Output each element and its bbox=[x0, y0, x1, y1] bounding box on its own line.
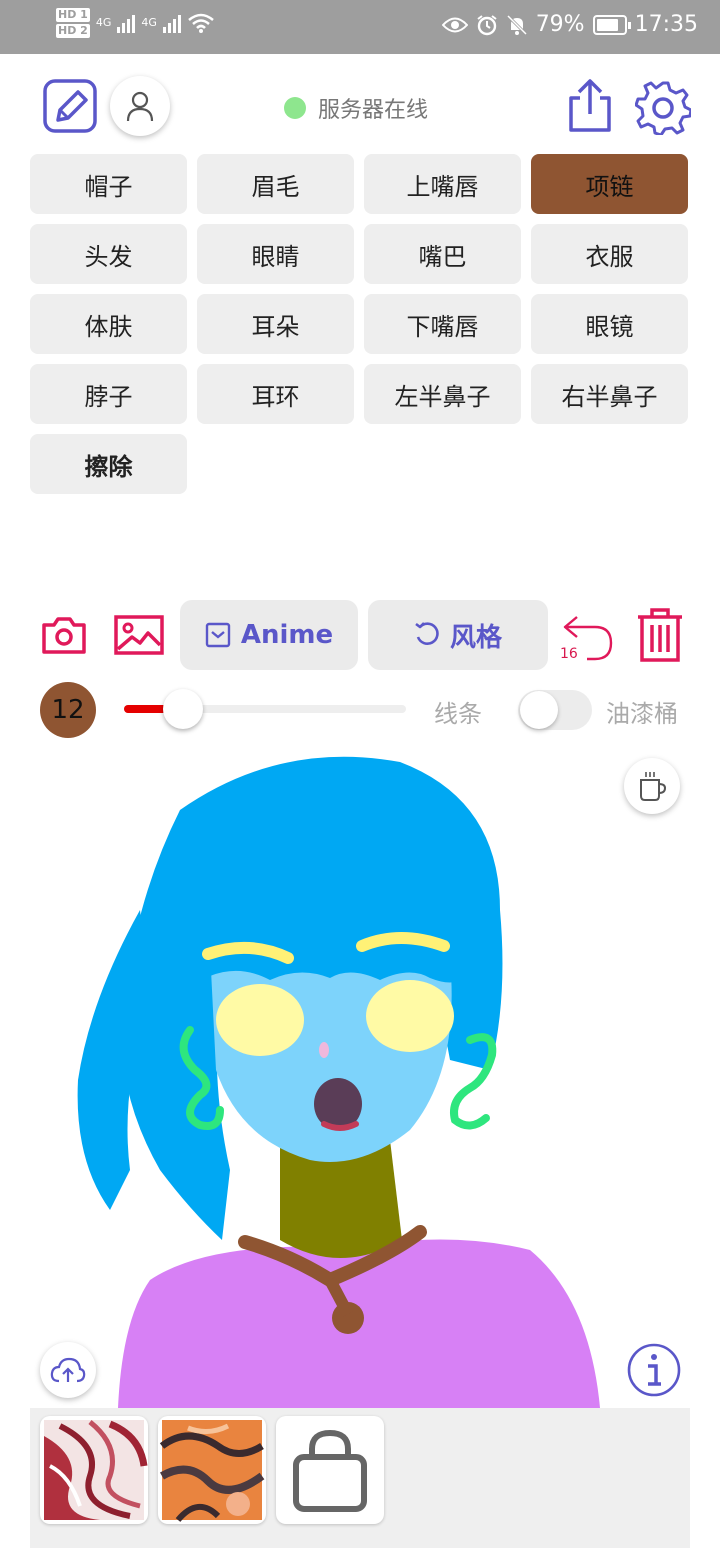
segment-label-grid: 帽子 眉毛 上嘴唇 项链 头发 眼睛 嘴巴 衣服 体肤 耳朵 下嘴唇 眼镜 脖子… bbox=[30, 154, 690, 494]
server-status-dot bbox=[284, 97, 306, 119]
brush-size-slider-thumb[interactable] bbox=[163, 689, 203, 729]
coffee-cup-icon bbox=[640, 772, 667, 801]
info-icon bbox=[627, 1343, 681, 1397]
tool-row: Anime 风格 16 bbox=[0, 600, 720, 670]
user-icon bbox=[126, 91, 154, 122]
camera-button[interactable] bbox=[40, 612, 88, 658]
share-button[interactable] bbox=[562, 76, 618, 136]
gear-icon bbox=[635, 81, 691, 135]
right-eye bbox=[366, 980, 454, 1052]
anime-label: Anime bbox=[240, 620, 334, 650]
server-status-label: 服务器在线 bbox=[318, 98, 429, 123]
edit-button[interactable] bbox=[42, 78, 98, 134]
style-thumbnail-2[interactable] bbox=[158, 1416, 266, 1524]
paint-bucket-toggle[interactable] bbox=[518, 690, 592, 730]
gallery-button[interactable] bbox=[112, 610, 166, 660]
style-preview-image bbox=[159, 1420, 265, 1523]
label-ears[interactable]: 耳朵 bbox=[197, 294, 354, 354]
undo-button[interactable]: 16 bbox=[558, 608, 618, 664]
user-button[interactable] bbox=[110, 76, 170, 136]
style-tray bbox=[30, 1408, 690, 1548]
image-icon bbox=[114, 615, 164, 655]
style-label: 风格 bbox=[449, 622, 502, 653]
info-button[interactable] bbox=[626, 1342, 682, 1398]
nose bbox=[319, 1042, 329, 1058]
status-right: 79% 17:35 bbox=[441, 12, 698, 37]
donate-button[interactable] bbox=[624, 758, 680, 814]
hd2-badge: HD 2 bbox=[56, 24, 90, 38]
line-mode-label: 线条 bbox=[434, 700, 482, 728]
edit-icon bbox=[43, 79, 97, 133]
clear-button[interactable] bbox=[632, 606, 688, 664]
trash-icon bbox=[638, 608, 682, 662]
hd1-badge: HD 1 bbox=[56, 8, 90, 22]
label-necklace[interactable]: 项链 bbox=[531, 154, 688, 214]
wifi-icon bbox=[188, 13, 214, 33]
label-skin[interactable]: 体肤 bbox=[30, 294, 187, 354]
brush-row: 12 线条 油漆桶 bbox=[0, 680, 720, 740]
label-eyes[interactable]: 眼睛 bbox=[197, 224, 354, 284]
server-status: 服务器在线 bbox=[284, 92, 428, 124]
settings-button[interactable] bbox=[634, 78, 692, 136]
signal-icon-2 bbox=[162, 13, 181, 33]
style-thumbnail-1[interactable] bbox=[40, 1416, 148, 1524]
portrait-drawing bbox=[77, 756, 600, 1408]
left-eye bbox=[216, 984, 304, 1056]
refresh-icon bbox=[415, 622, 439, 645]
signal-icon-1 bbox=[117, 13, 136, 33]
paint-bucket-toggle-knob bbox=[520, 691, 558, 729]
alarm-icon bbox=[477, 14, 497, 35]
brush-size-slider[interactable] bbox=[124, 689, 406, 729]
battery-level bbox=[596, 18, 618, 31]
label-eyebrows[interactable]: 眉毛 bbox=[197, 154, 354, 214]
label-hair[interactable]: 头发 bbox=[30, 224, 187, 284]
label-hat[interactable]: 帽子 bbox=[30, 154, 187, 214]
style-preview-image bbox=[44, 1420, 148, 1520]
share-icon bbox=[569, 79, 611, 132]
bell-off-icon bbox=[506, 14, 527, 35]
anime-button[interactable]: Anime bbox=[180, 600, 358, 670]
camera-icon bbox=[42, 617, 86, 654]
status-left: HD 1 HD 2 4G 4G bbox=[56, 8, 215, 38]
label-glasses[interactable]: 眼镜 bbox=[531, 294, 688, 354]
shopping-bag-icon bbox=[293, 1429, 367, 1512]
drawing-canvas[interactable] bbox=[30, 740, 690, 1408]
brush-size-badge[interactable]: 12 bbox=[40, 682, 96, 738]
label-neck[interactable]: 脖子 bbox=[30, 364, 187, 424]
network-type-2: 4G bbox=[141, 16, 157, 29]
label-mouth[interactable]: 嘴巴 bbox=[364, 224, 521, 284]
network-type-1: 4G bbox=[95, 16, 112, 29]
top-bar: 服务器在线 bbox=[0, 54, 720, 154]
label-lower-lip[interactable]: 下嘴唇 bbox=[364, 294, 521, 354]
label-upper-lip[interactable]: 上嘴唇 bbox=[364, 154, 521, 214]
label-left-nose[interactable]: 左半鼻子 bbox=[364, 364, 521, 424]
label-right-nose[interactable]: 右半鼻子 bbox=[531, 364, 688, 424]
erase-button[interactable]: 擦除 bbox=[30, 434, 187, 494]
status-bar: HD 1 HD 2 4G 4G 79% 17:35 bbox=[0, 0, 720, 54]
label-clothes[interactable]: 衣服 bbox=[531, 224, 688, 284]
cloud-upload-icon bbox=[50, 1357, 86, 1383]
upload-button[interactable] bbox=[40, 1342, 96, 1398]
label-earrings[interactable]: 耳环 bbox=[197, 364, 354, 424]
anime-mode-icon bbox=[205, 622, 231, 648]
paint-bucket-label: 油漆桶 bbox=[606, 700, 678, 728]
shop-button[interactable] bbox=[276, 1416, 384, 1524]
style-button[interactable]: 风格 bbox=[368, 600, 548, 670]
undo-count: 16 bbox=[560, 646, 578, 662]
clock: 17:35 bbox=[634, 12, 698, 37]
eye-icon bbox=[441, 17, 468, 32]
battery-percent: 79% bbox=[535, 12, 585, 37]
battery-icon bbox=[592, 14, 631, 35]
